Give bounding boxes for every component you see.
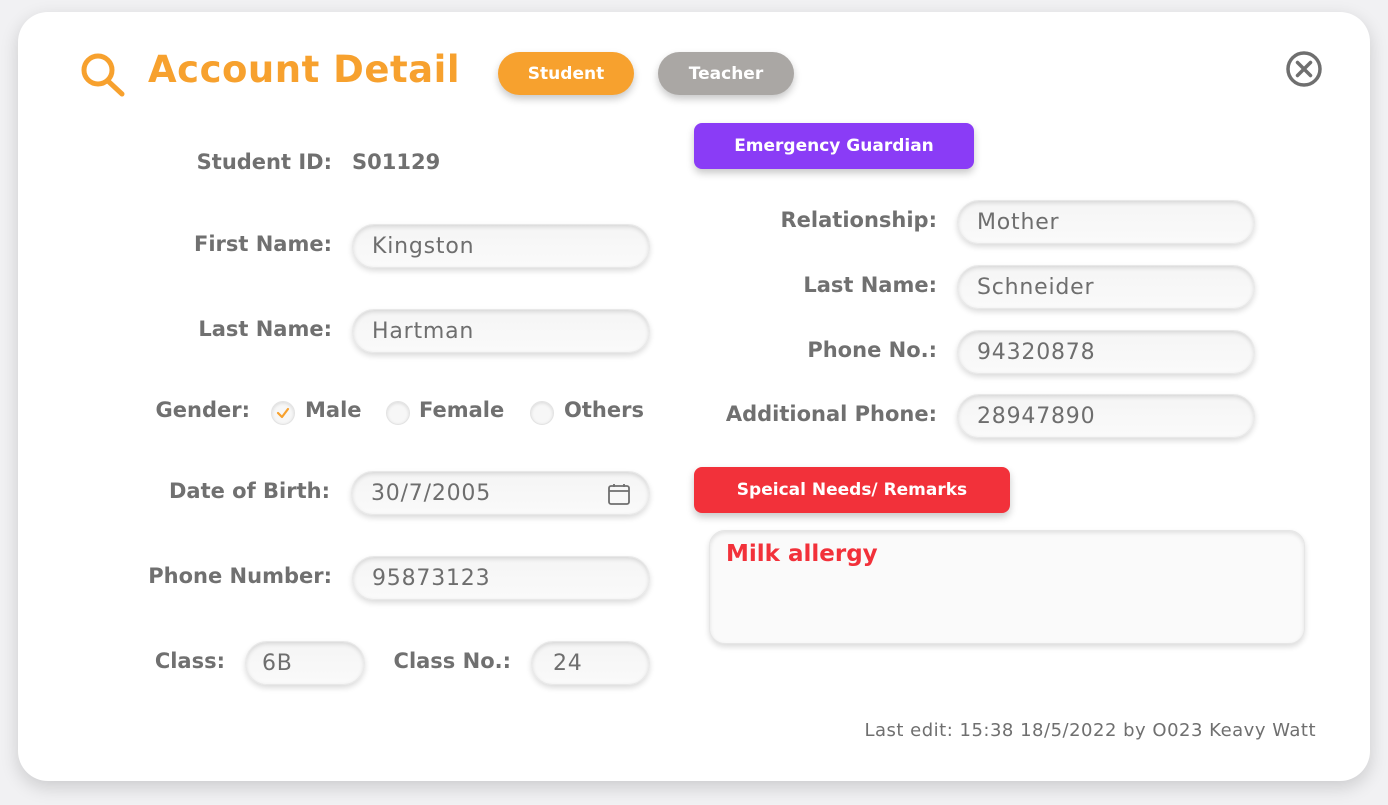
guardian-phone-label: Phone No.:: [807, 338, 937, 362]
remarks-text: Milk allergy: [726, 541, 878, 567]
gender-radio-male[interactable]: [271, 401, 295, 425]
class-no-field[interactable]: 24: [531, 641, 650, 685]
close-icon[interactable]: [1284, 49, 1324, 89]
student-id-value: S01129: [352, 150, 441, 174]
last-name-label: Last Name:: [198, 317, 332, 341]
last-name-field[interactable]: Hartman: [352, 309, 650, 353]
guardian-phone-field[interactable]: 94320878: [957, 330, 1255, 374]
class-label: Class:: [154, 649, 225, 673]
gender-option-female[interactable]: Female: [419, 398, 504, 422]
guardian-last-name-value: Schneider: [977, 274, 1095, 300]
class-no-label: Class No.:: [393, 649, 511, 673]
page-title: Account Detail: [148, 48, 460, 91]
gender-label: Gender:: [155, 398, 250, 422]
gender-radio-others[interactable]: [530, 401, 554, 425]
special-needs-header: Speical Needs/ Remarks: [694, 467, 1010, 513]
phone-number-label: Phone Number:: [148, 564, 332, 588]
dob-label: Date of Birth:: [168, 479, 330, 503]
class-no-value: 24: [553, 650, 583, 676]
calendar-icon[interactable]: [607, 482, 631, 506]
first-name-label: First Name:: [193, 232, 332, 256]
gender-option-male[interactable]: Male: [305, 398, 362, 422]
emergency-guardian-header: Emergency Guardian: [694, 123, 974, 169]
gender-option-others[interactable]: Others: [564, 398, 644, 422]
guardian-last-name-field[interactable]: Schneider: [957, 265, 1255, 309]
phone-number-field[interactable]: 95873123: [352, 556, 650, 600]
relationship-label: Relationship:: [780, 208, 937, 232]
first-name-field[interactable]: Kingston: [352, 224, 650, 268]
last-edit-info: Last edit: 15:38 18/5/2022 by O023 Keavy…: [864, 720, 1316, 741]
phone-number-value: 95873123: [372, 565, 491, 591]
relationship-value: Mother: [977, 209, 1060, 235]
remarks-textarea[interactable]: Milk allergy: [709, 530, 1305, 644]
class-field[interactable]: 6B: [245, 641, 365, 685]
last-name-value: Hartman: [372, 318, 475, 344]
additional-phone-label: Additional Phone:: [725, 402, 937, 426]
relationship-field[interactable]: Mother: [957, 200, 1255, 244]
class-value: 6B: [262, 650, 293, 676]
additional-phone-value: 28947890: [977, 403, 1096, 429]
gender-radio-female[interactable]: [386, 401, 410, 425]
guardian-phone-value: 94320878: [977, 339, 1096, 365]
additional-phone-field[interactable]: 28947890: [957, 394, 1255, 438]
guardian-last-name-label: Last Name:: [803, 273, 937, 297]
tab-student[interactable]: Student: [498, 52, 634, 95]
tab-teacher[interactable]: Teacher: [658, 52, 794, 95]
check-icon: [276, 407, 290, 419]
dob-value: 30/7/2005: [371, 480, 492, 506]
first-name-value: Kingston: [372, 233, 475, 259]
student-id-label: Student ID:: [196, 150, 332, 174]
search-icon: [81, 53, 125, 97]
dob-field[interactable]: 30/7/2005: [351, 471, 650, 515]
